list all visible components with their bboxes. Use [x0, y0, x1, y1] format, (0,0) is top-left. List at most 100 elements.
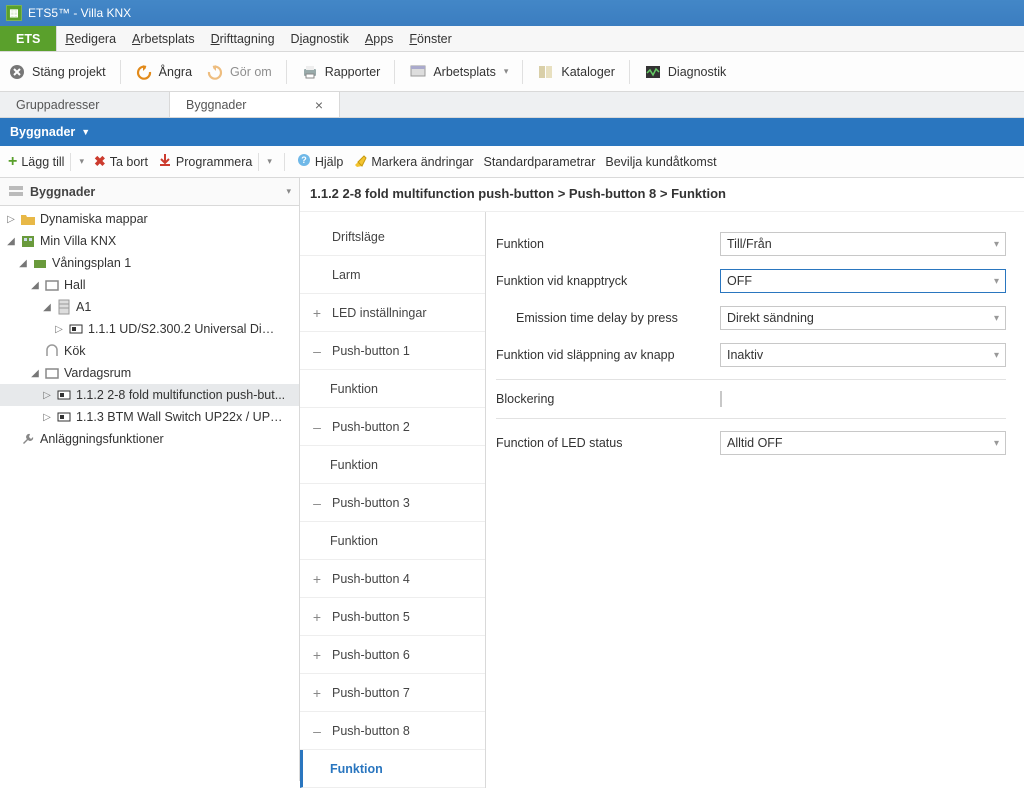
- nav-pb8[interactable]: –Push-button 8: [300, 712, 485, 750]
- nav-pb6[interactable]: +Push-button 6: [300, 636, 485, 674]
- secondary-toolbar: + Lägg till ▾ ✖ Ta bort Programmera ▾ ? …: [0, 146, 1024, 178]
- minus-icon: –: [312, 343, 322, 359]
- minus-icon: –: [312, 723, 322, 739]
- close-tab-icon[interactable]: ×: [315, 97, 323, 113]
- diagnostics-icon: [644, 63, 662, 81]
- nav-driftslage[interactable]: Driftsläge: [300, 218, 485, 256]
- tab-gruppadresser-label: Gruppadresser: [16, 98, 99, 112]
- highlighter-icon: [353, 153, 367, 170]
- label-blockering: Blockering: [496, 392, 720, 406]
- close-project-button[interactable]: Stäng projekt: [8, 63, 106, 81]
- nav-pb3-funktion[interactable]: Funktion: [300, 522, 485, 560]
- menu-bar: ETS Redigera Arbetsplats Drifttagning Di…: [0, 26, 1024, 52]
- app-icon: ▦: [6, 5, 22, 21]
- plus-icon: +: [8, 153, 17, 171]
- menu-redigera[interactable]: Redigera: [57, 26, 124, 51]
- nav-pb1-funktion[interactable]: Funktion: [300, 370, 485, 408]
- checkbox-blockering[interactable]: [720, 391, 722, 407]
- tree-header[interactable]: Byggnader ▾: [0, 178, 299, 206]
- select-release[interactable]: Inaktiv▾: [720, 343, 1006, 367]
- chevron-down-icon: ▾: [994, 313, 999, 324]
- menu-arbetsplats[interactable]: Arbetsplats: [124, 26, 203, 51]
- delete-icon: ✖: [94, 153, 106, 170]
- nav-pb1[interactable]: –Push-button 1: [300, 332, 485, 370]
- row-delay: Emission time delay by press Direkt sänd…: [496, 300, 1006, 337]
- default-params-button[interactable]: Standardparametrar: [484, 155, 596, 169]
- delete-label: Ta bort: [110, 155, 148, 169]
- nav-led[interactable]: +LED inställningar: [300, 294, 485, 332]
- tree-plan[interactable]: ◢Våningsplan 1: [0, 252, 299, 274]
- menu-ets[interactable]: ETS: [0, 26, 57, 51]
- main-area: Byggnader ▾ ▷Dynamiska mappar ◢Min Villa…: [0, 178, 1024, 781]
- nav-pb2-funktion[interactable]: Funktion: [300, 446, 485, 484]
- nav-pb5[interactable]: +Push-button 5: [300, 598, 485, 636]
- param-navigation: Driftsläge Larm +LED inställningar –Push…: [300, 212, 486, 788]
- help-button[interactable]: ? Hjälp: [297, 153, 344, 170]
- mark-changes-button[interactable]: Markera ändringar: [353, 153, 473, 170]
- floor-icon: [32, 255, 48, 271]
- device-icon: [56, 387, 72, 403]
- tree-device-multi[interactable]: ▷1.1.2 2-8 fold multifunction push-but..…: [0, 384, 299, 406]
- tree-hall[interactable]: ◢Hall: [0, 274, 299, 296]
- workspace-button[interactable]: Arbetsplats ▾: [409, 63, 508, 81]
- menu-fonster[interactable]: Fönster: [401, 26, 459, 51]
- dropdown-icon[interactable]: ▾: [286, 186, 291, 197]
- panel-header-label: Byggnader: [10, 125, 75, 139]
- tree-kok[interactable]: Kök: [0, 340, 299, 362]
- menu-diagnostik[interactable]: Diagnostik: [283, 26, 357, 51]
- diagnostics-label: Diagnostik: [668, 65, 726, 79]
- tree-a1[interactable]: ◢A1: [0, 296, 299, 318]
- menu-drifttagning[interactable]: Drifttagning: [203, 26, 283, 51]
- nav-pb8-funktion[interactable]: Funktion: [300, 750, 485, 788]
- tree-device-dim[interactable]: ▷1.1.1 UD/S2.300.2 Universal Dim Ac...: [0, 318, 299, 340]
- plus-icon: +: [312, 571, 322, 587]
- tree-device-btm[interactable]: ▷1.1.3 BTM Wall Switch UP22x / UP24x...: [0, 406, 299, 428]
- label-press: Funktion vid knapptryck: [496, 274, 720, 288]
- document-tabs: Gruppadresser Byggnader ×: [0, 92, 1024, 118]
- tree-dynamic-folders[interactable]: ▷Dynamiska mappar: [0, 208, 299, 230]
- menu-apps[interactable]: Apps: [357, 26, 402, 51]
- program-label: Programmera: [176, 155, 252, 169]
- tab-byggnader-label: Byggnader: [186, 98, 246, 112]
- select-delay[interactable]: Direkt sändning▾: [720, 306, 1006, 330]
- row-release: Funktion vid släppning av knapp Inaktiv▾: [496, 337, 1006, 380]
- download-icon: [158, 153, 172, 170]
- panel-header[interactable]: Byggnader ▼: [0, 118, 1024, 146]
- tree-villa[interactable]: ◢Min Villa KNX: [0, 230, 299, 252]
- nav-pb4[interactable]: +Push-button 4: [300, 560, 485, 598]
- catalogs-button[interactable]: Kataloger: [537, 63, 615, 81]
- grant-label: Bevilja kundåtkomst: [605, 155, 716, 169]
- redo-button[interactable]: Gör om: [206, 63, 272, 81]
- tab-byggnader[interactable]: Byggnader ×: [170, 92, 340, 117]
- tree-vardagsrum[interactable]: ◢Vardagsrum: [0, 362, 299, 384]
- reports-button[interactable]: Rapporter: [301, 63, 381, 81]
- chevron-down-icon: ▼: [81, 127, 90, 137]
- plus-icon: +: [312, 609, 322, 625]
- nav-pb3[interactable]: –Push-button 3: [300, 484, 485, 522]
- nav-larm[interactable]: Larm: [300, 256, 485, 294]
- delete-button[interactable]: ✖ Ta bort: [94, 153, 148, 170]
- room-icon: [44, 343, 60, 359]
- tab-gruppadresser[interactable]: Gruppadresser: [0, 92, 170, 117]
- separator: [286, 60, 287, 84]
- dropdown-icon[interactable]: ▾: [79, 156, 84, 167]
- grant-access-button[interactable]: Bevilja kundåtkomst: [605, 155, 716, 169]
- window-title: ETS5™ - Villa KNX: [28, 6, 131, 20]
- select-funktion[interactable]: Till/Från▾: [720, 232, 1006, 256]
- tree-anl[interactable]: Anläggningsfunktioner: [0, 428, 299, 450]
- select-press[interactable]: OFF▾: [720, 269, 1006, 293]
- title-bar: ▦ ETS5™ - Villa KNX: [0, 0, 1024, 26]
- separator: [120, 60, 121, 84]
- select-led-status[interactable]: Alltid OFF▾: [720, 431, 1006, 455]
- nav-pb2[interactable]: –Push-button 2: [300, 408, 485, 446]
- undo-button[interactable]: Ångra: [135, 63, 192, 81]
- add-button[interactable]: + Lägg till ▾: [8, 153, 84, 171]
- separator: [394, 60, 395, 84]
- diagnostics-button[interactable]: Diagnostik: [644, 63, 726, 81]
- program-button[interactable]: Programmera ▾: [158, 153, 272, 171]
- room-icon: [44, 277, 60, 293]
- dropdown-icon[interactable]: ▾: [267, 156, 272, 167]
- nav-pb7[interactable]: +Push-button 7: [300, 674, 485, 712]
- main-toolbar: Stäng projekt Ångra Gör om Rapporter Arb…: [0, 52, 1024, 92]
- breadcrumb: 1.1.2 2-8 fold multifunction push-button…: [300, 178, 1024, 211]
